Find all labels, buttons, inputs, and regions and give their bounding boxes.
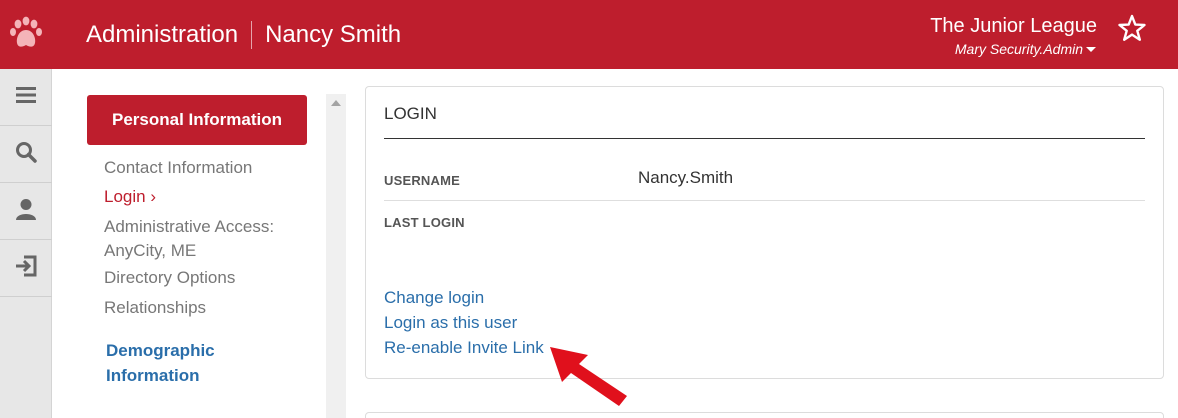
nav-contact-information[interactable]: Contact Information: [104, 156, 252, 180]
user-menu[interactable]: Mary Security.Admin: [955, 41, 1096, 57]
logout-button[interactable]: [0, 240, 52, 297]
search-icon: [15, 141, 37, 168]
menu-button[interactable]: [0, 69, 52, 126]
red-pointer-arrow-icon: [548, 345, 632, 414]
subject-name: Nancy Smith: [265, 21, 402, 48]
change-login-link[interactable]: Change login: [384, 288, 484, 308]
user-icon: [15, 198, 37, 225]
section-title: Administration: [86, 21, 239, 48]
nav-administrative-access-line1: Administrative Access:: [104, 217, 275, 236]
menu-icon: [16, 86, 36, 109]
logout-icon: [14, 255, 38, 282]
nav-login[interactable]: Login ›: [104, 185, 156, 209]
side-nav-scrollbar[interactable]: [326, 94, 346, 418]
username-label: USERNAME: [384, 173, 460, 188]
left-rail: [0, 69, 52, 418]
chevron-down-icon: [1086, 46, 1096, 52]
title-divider: [251, 21, 253, 49]
login-as-user-link[interactable]: Login as this user: [384, 313, 517, 333]
username-value: Nancy.Smith: [638, 168, 734, 187]
page-title: Administration Nancy Smith: [86, 19, 401, 51]
app-window: Administration Nancy Smith The Junior Le…: [0, 0, 1178, 418]
title-divider-line: [384, 138, 1145, 139]
last-login-label: LAST LOGIN: [384, 215, 465, 230]
login-panel: LOGIN USERNAME Nancy.Smith LAST LOGIN Ch…: [365, 86, 1164, 379]
nav-administrative-access-line2: AnyCity, ME: [104, 241, 197, 260]
user-menu-label: Mary Security.Admin: [954, 41, 1083, 57]
star-outline-icon[interactable]: [1117, 14, 1147, 47]
personal-information-button[interactable]: Personal Information: [87, 95, 307, 145]
panel-title: LOGIN: [384, 104, 437, 123]
nav-relationships[interactable]: Relationships: [104, 296, 206, 320]
next-panel: [365, 412, 1164, 418]
field-divider-line: [384, 200, 1145, 201]
search-button[interactable]: [0, 126, 52, 183]
side-nav: Personal Information Contact Information…: [52, 69, 326, 418]
org-name: The Junior League: [930, 15, 1097, 37]
top-header: Administration Nancy Smith The Junior Le…: [0, 0, 1178, 69]
nav-administrative-access[interactable]: Administrative Access: AnyCity, ME: [104, 215, 274, 263]
scroll-up-arrow-icon[interactable]: [331, 100, 341, 106]
profile-button[interactable]: [0, 183, 52, 240]
demographic-information-link[interactable]: Demographic Information: [106, 338, 266, 388]
logo[interactable]: [0, 0, 52, 69]
re-enable-invite-link[interactable]: Re-enable Invite Link: [384, 338, 544, 358]
nav-directory-options[interactable]: Directory Options: [104, 266, 235, 290]
